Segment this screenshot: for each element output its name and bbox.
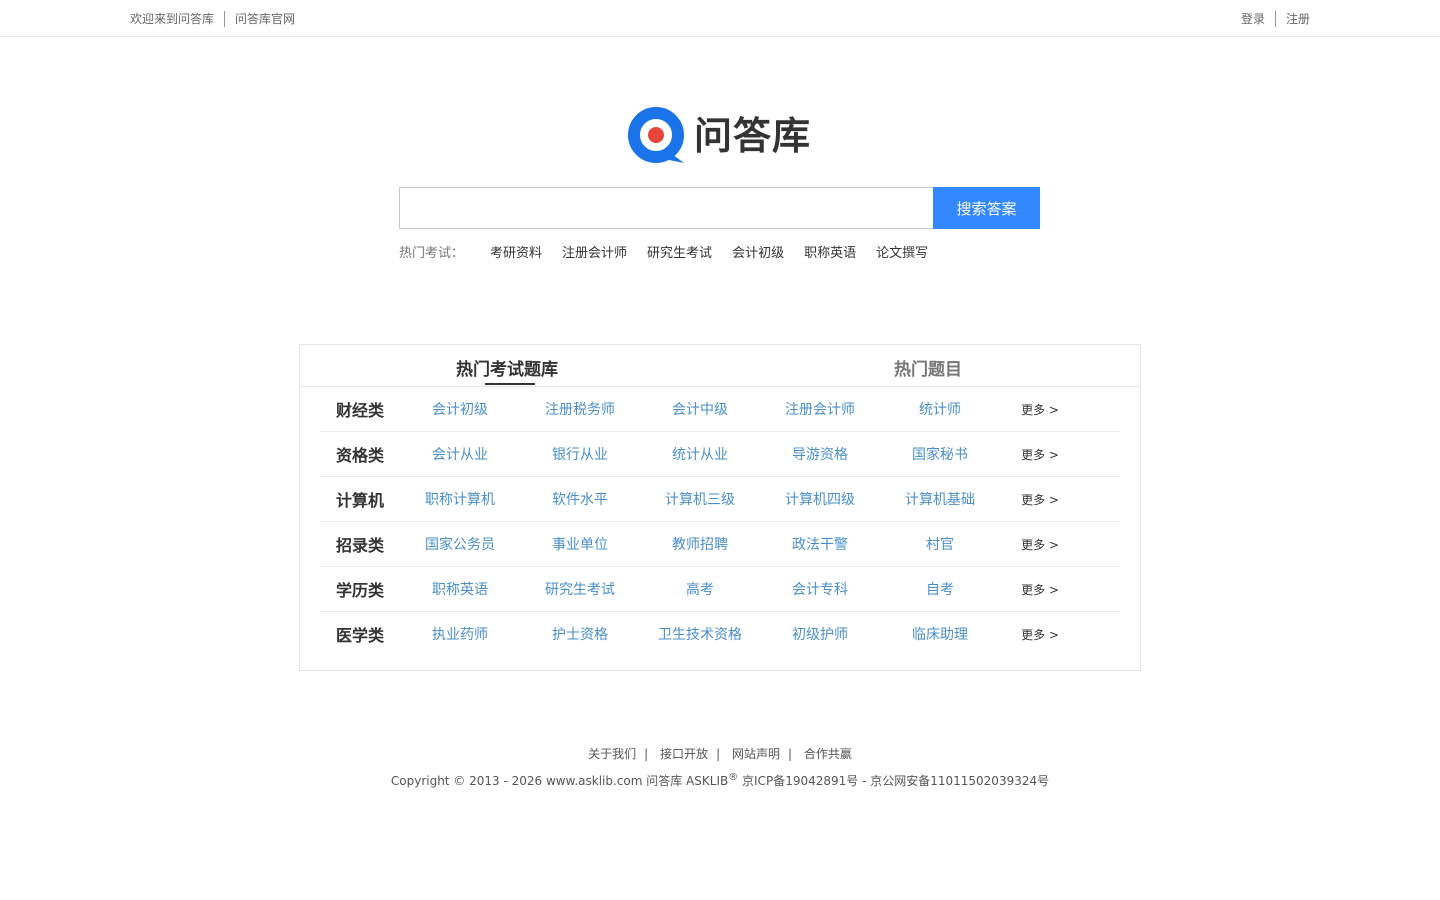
exam-link[interactable]: 事业单位	[520, 534, 640, 554]
divider	[1274, 10, 1276, 27]
exam-link[interactable]: 村官	[880, 534, 1000, 554]
exam-link[interactable]: 执业药师	[400, 624, 520, 644]
category-row: 财经类 会计初级 注册税务师 会计中级 注册会计师 统计师 更多 >	[320, 387, 1120, 432]
hot-exam-link[interactable]: 论文撰写	[876, 242, 928, 261]
welcome-link[interactable]: 欢迎来到问答库	[130, 10, 214, 27]
category-row: 招录类 国家公务员 事业单位 教师招聘 政法干警 村官 更多 >	[320, 522, 1120, 567]
active-tab-indicator	[485, 383, 535, 385]
topbar-right: 登录 注册	[1241, 10, 1310, 27]
hot-exam-link[interactable]: 注册会计师	[562, 242, 627, 261]
divider: |	[644, 747, 649, 761]
exam-link[interactable]: 初级护师	[760, 624, 880, 644]
category-label: 财经类	[335, 401, 384, 420]
icp-text: 京ICP备19042891号 - 京公网安备11011502039324号	[738, 774, 1050, 788]
exam-link[interactable]: 会计中级	[640, 399, 760, 419]
footer-links: 关于我们 | 接口开放 | 网站声明 | 合作共赢	[0, 745, 1440, 762]
topbar-left: 欢迎来到问答库 问答库官网	[130, 10, 295, 27]
more-link[interactable]: 更多 >	[1000, 626, 1080, 643]
exam-link[interactable]: 卫生技术资格	[640, 624, 760, 644]
logo-text: 问答库	[694, 114, 812, 158]
exam-panel: 热门考试题库 热门题目 财经类 会计初级 注册税务师 会计中级 注册会计师 统计…	[299, 344, 1141, 671]
exam-link[interactable]: 职称英语	[400, 579, 520, 599]
search-bar: 搜索答案	[399, 187, 1040, 229]
category-label: 资格类	[335, 446, 384, 465]
exam-link[interactable]: 注册税务师	[520, 399, 640, 419]
footer-partner-link[interactable]: 合作共赢	[804, 747, 852, 761]
category-row: 学历类 职称英语 研究生考试 高考 会计专科 自考 更多 >	[320, 567, 1120, 612]
search-input[interactable]	[399, 187, 933, 229]
exam-link[interactable]: 国家公务员	[400, 534, 520, 554]
hot-exams-label: 热门考试：	[399, 246, 465, 261]
site-logo[interactable]: 问答库	[628, 107, 811, 165]
more-link[interactable]: 更多 >	[1000, 491, 1080, 508]
hot-exam-link[interactable]: 考研资料	[490, 242, 542, 261]
exam-link[interactable]: 临床助理	[880, 624, 1000, 644]
logo-q-icon	[628, 107, 684, 163]
exam-link[interactable]: 注册会计师	[760, 399, 880, 419]
tab-hot-exam-library[interactable]: 热门考试题库	[456, 355, 558, 380]
more-link[interactable]: 更多 >	[1000, 581, 1080, 598]
exam-link[interactable]: 教师招聘	[640, 534, 760, 554]
registered-mark: ®	[728, 772, 739, 783]
footer-about-link[interactable]: 关于我们	[588, 747, 636, 761]
more-link[interactable]: 更多 >	[1000, 536, 1080, 553]
category-row: 医学类 执业药师 护士资格 卫生技术资格 初级护师 临床助理 更多 >	[320, 612, 1120, 656]
more-link[interactable]: 更多 >	[1000, 401, 1080, 418]
exam-link[interactable]: 自考	[880, 579, 1000, 599]
category-row: 计算机 职称计算机 软件水平 计算机三级 计算机四级 计算机基础 更多 >	[320, 477, 1120, 522]
exam-link[interactable]: 统计从业	[640, 444, 760, 464]
top-bar: 欢迎来到问答库 问答库官网 登录 注册	[0, 0, 1440, 37]
exam-link[interactable]: 护士资格	[520, 624, 640, 644]
copyright-text: Copyright © 2013 - 2026 www.asklib.com 问…	[390, 774, 729, 788]
exam-link[interactable]: 计算机基础	[880, 489, 1000, 509]
exam-link[interactable]: 会计初级	[400, 399, 520, 419]
exam-link[interactable]: 计算机四级	[760, 489, 880, 509]
category-label: 医学类	[335, 626, 384, 645]
divider	[224, 10, 226, 27]
hot-exams: 热门考试： 考研资料 注册会计师 研究生考试 会计初级 职称英语 论文撰写	[399, 242, 948, 261]
category-label: 计算机	[335, 491, 384, 510]
login-link[interactable]: 登录	[1241, 10, 1265, 27]
category-row: 资格类 会计从业 银行从业 统计从业 导游资格 国家秘书 更多 >	[320, 432, 1120, 477]
divider: |	[787, 747, 792, 761]
category-list: 财经类 会计初级 注册税务师 会计中级 注册会计师 统计师 更多 > 资格类 会…	[300, 387, 1140, 656]
tab-hot-questions[interactable]: 热门题目	[894, 355, 962, 380]
hot-exam-link[interactable]: 研究生考试	[647, 242, 712, 261]
footer-api-link[interactable]: 接口开放	[660, 747, 708, 761]
register-link[interactable]: 注册	[1286, 10, 1310, 27]
exam-link[interactable]: 导游资格	[760, 444, 880, 464]
divider: |	[716, 747, 721, 761]
panel-tabs: 热门考试题库 热门题目	[300, 345, 1140, 387]
exam-link[interactable]: 研究生考试	[520, 579, 640, 599]
exam-link[interactable]: 会计从业	[400, 444, 520, 464]
more-link[interactable]: 更多 >	[1000, 446, 1080, 463]
exam-link[interactable]: 国家秘书	[880, 444, 1000, 464]
footer-statement-link[interactable]: 网站声明	[732, 747, 780, 761]
copyright: Copyright © 2013 - 2026 www.asklib.com 问…	[0, 772, 1440, 789]
search-button[interactable]: 搜索答案	[932, 187, 1040, 229]
exam-link[interactable]: 统计师	[880, 399, 1000, 419]
category-label: 招录类	[335, 536, 384, 555]
official-site-link[interactable]: 问答库官网	[235, 10, 295, 27]
exam-link[interactable]: 政法干警	[760, 534, 880, 554]
exam-link[interactable]: 会计专科	[760, 579, 880, 599]
exam-link[interactable]: 高考	[640, 579, 760, 599]
exam-link[interactable]: 银行从业	[520, 444, 640, 464]
exam-link[interactable]: 职称计算机	[400, 489, 520, 509]
exam-link[interactable]: 计算机三级	[640, 489, 760, 509]
category-label: 学历类	[335, 581, 384, 600]
exam-link[interactable]: 软件水平	[520, 489, 640, 509]
hot-exam-link[interactable]: 职称英语	[804, 242, 856, 261]
hot-exam-link[interactable]: 会计初级	[732, 242, 784, 261]
